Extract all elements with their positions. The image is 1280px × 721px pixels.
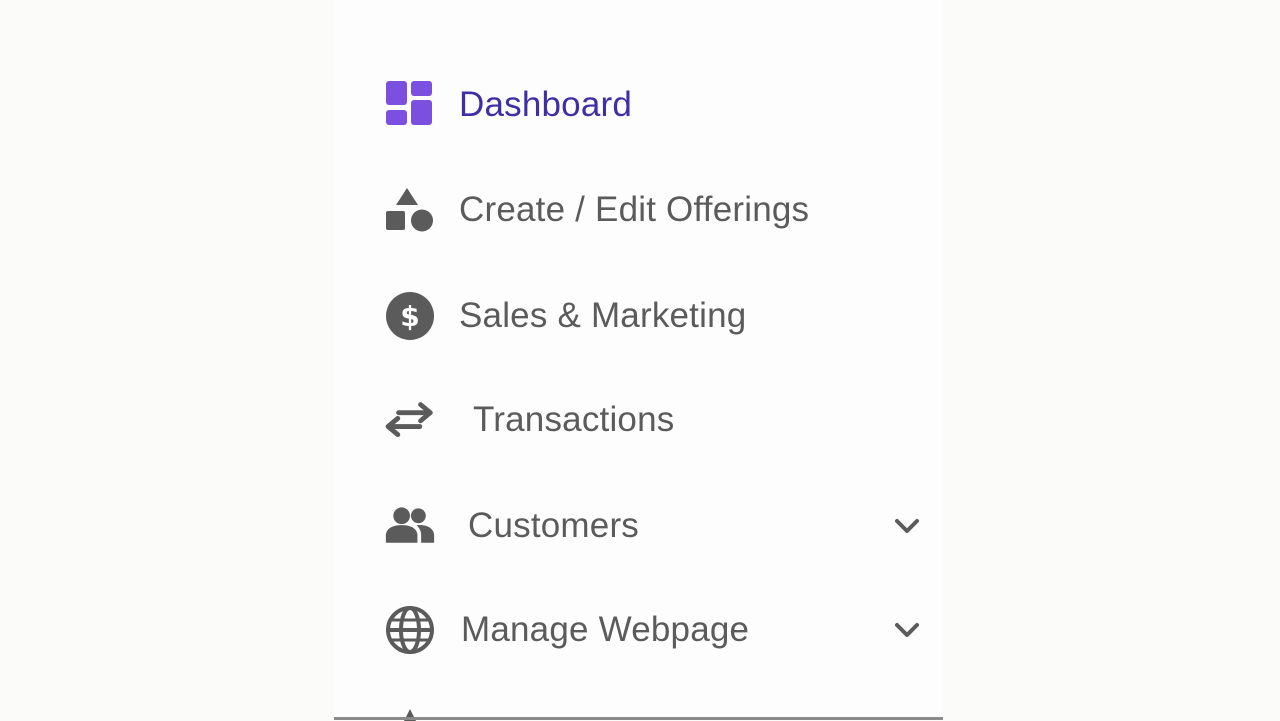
sidebar-item-dashboard[interactable]: Dashboard	[334, 65, 943, 145]
sidebar-item-sales-marketing[interactable]: $ Sales & Marketing	[334, 276, 943, 356]
arrows-exchange-icon	[384, 394, 436, 446]
sidebar-item-label: Sales & Marketing	[459, 296, 747, 335]
chevron-down-icon[interactable]	[890, 613, 924, 647]
sidebar-item-customers[interactable]: Customers	[334, 486, 943, 566]
sidebar-nav: Dashboard Create / Edit Offerings $ Sale…	[334, 0, 943, 721]
sidebar-item-label: Dashboard	[459, 85, 633, 124]
svg-text:$: $	[400, 300, 419, 333]
chevron-down-icon[interactable]	[890, 509, 924, 543]
people-icon	[384, 500, 436, 552]
dashboard-icon	[384, 79, 436, 131]
sidebar-item-manage-webpage[interactable]: Manage Webpage	[334, 590, 943, 670]
sidebar-item-label: Transactions	[473, 400, 675, 439]
sidebar-item-label: Customers	[468, 506, 640, 545]
shapes-icon	[384, 184, 436, 236]
sidebar-item-label: Manage Webpage	[461, 610, 750, 649]
dollar-circle-icon: $	[384, 290, 436, 342]
sidebar-item-offerings[interactable]: Create / Edit Offerings	[334, 170, 943, 250]
sidebar-item-transactions[interactable]: Transactions	[334, 380, 943, 460]
sidebar-item-label: Create / Edit Offerings	[459, 190, 810, 229]
globe-icon	[384, 604, 436, 656]
